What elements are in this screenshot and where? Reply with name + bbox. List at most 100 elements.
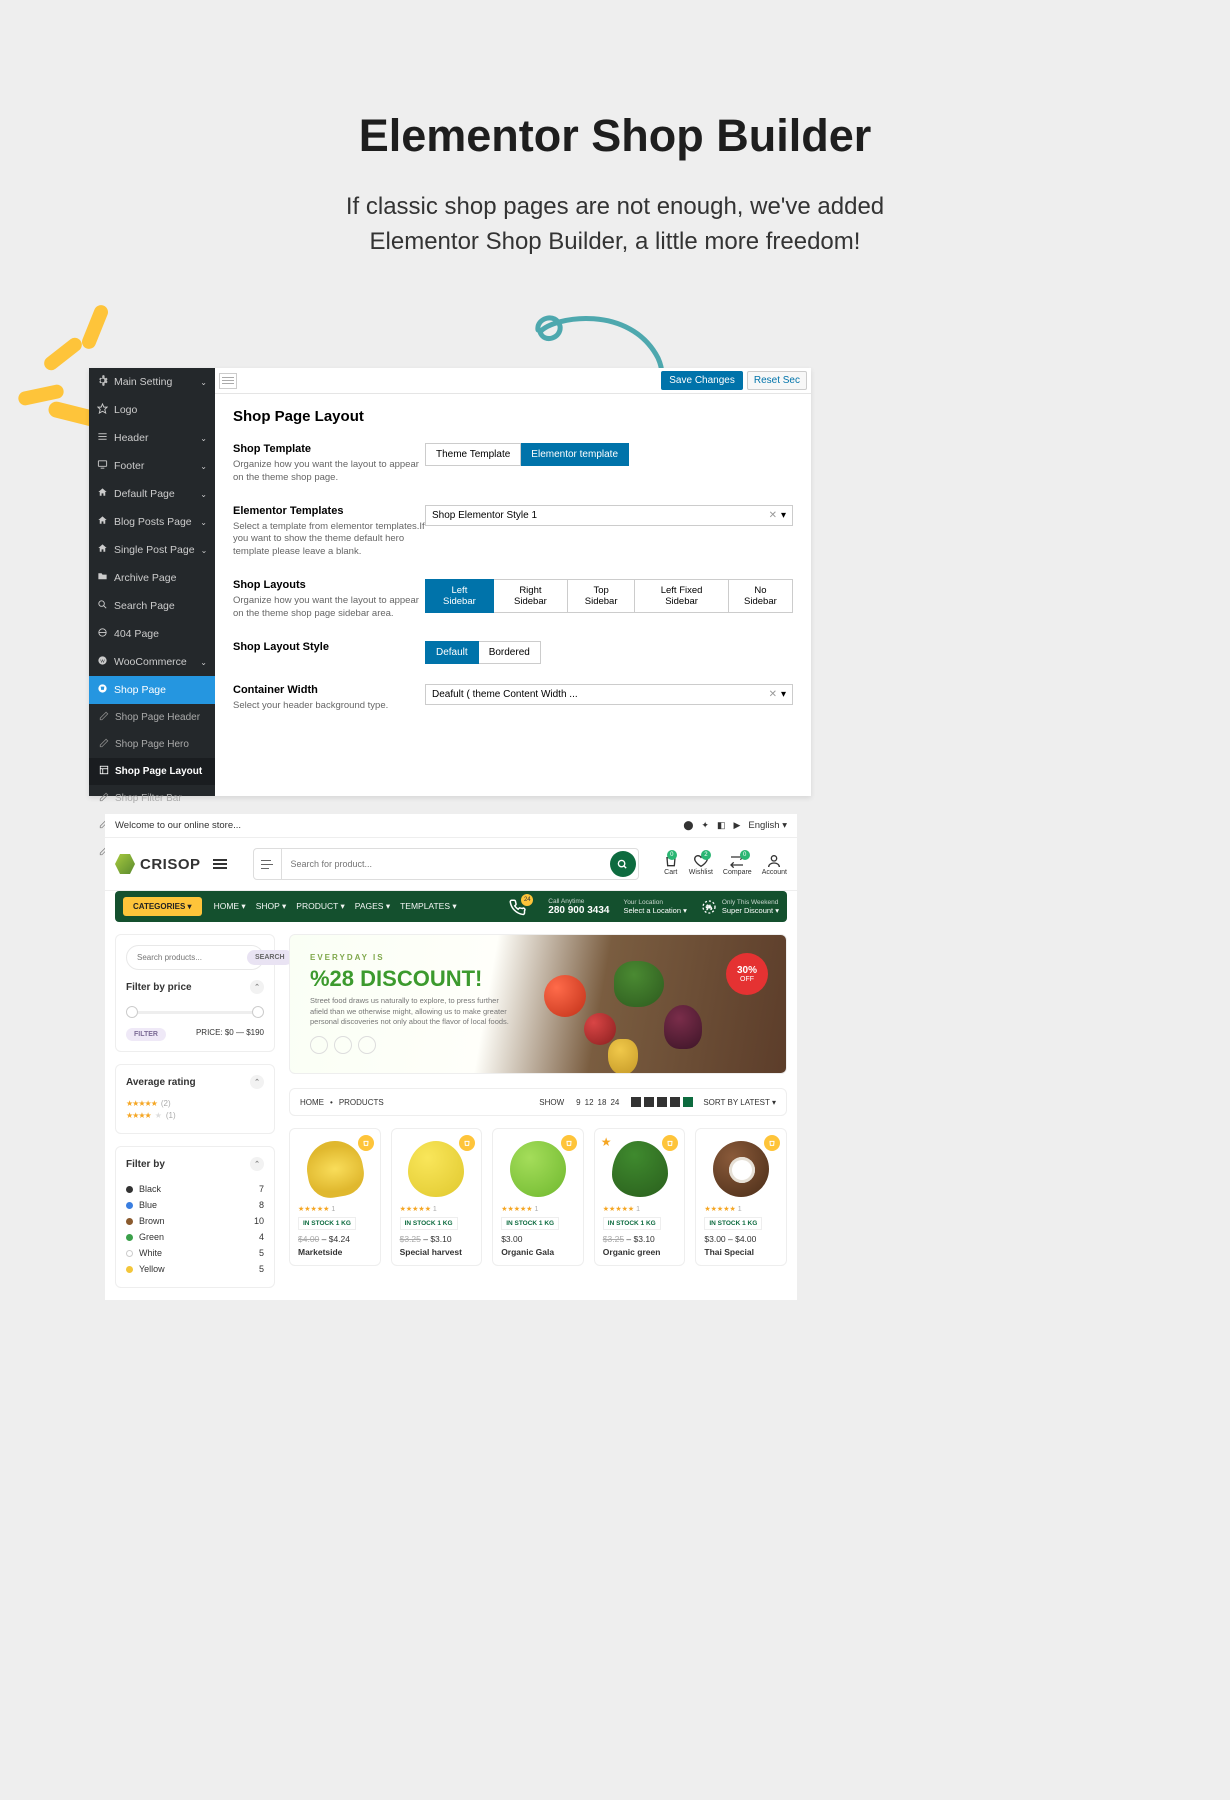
left-sidebar-option[interactable]: Left Sidebar [425,579,494,613]
top-sidebar-option[interactable]: Top Sidebar [568,579,635,613]
product-card[interactable]: ★★★★★ 1IN STOCK 1 KG$4.00 – $4.24Markets… [289,1128,381,1266]
wishlist-icon[interactable] [764,1135,780,1151]
bordered-style-option[interactable]: Bordered [479,641,541,664]
call-info[interactable]: 24 Call Anytime280 900 3434 [508,898,609,916]
collapse-icon[interactable]: ⌃ [250,980,264,994]
sidebar-item-main-setting[interactable]: Main Setting⌄ [89,368,215,396]
collapse-icon[interactable]: ⌃ [250,1075,264,1089]
sidebar-item-search-page[interactable]: Search Page [89,592,215,620]
sidebar-item-woocommerce[interactable]: WWooCommerce⌄ [89,648,215,676]
show-count-18[interactable]: 18 [598,1098,607,1107]
sidebar-item-logo[interactable]: Logo [89,396,215,424]
facebook-icon[interactable]: ⬤ [683,820,693,831]
sidebar-item-shop-page-hero[interactable]: Shop Page Hero [89,731,215,758]
reset-button[interactable]: Reset Sec [747,371,807,390]
search-icon [97,599,108,613]
elementor-template-option[interactable]: Elementor template [521,443,629,466]
view-grid-4-icon[interactable] [657,1097,667,1107]
twitter-icon[interactable]: ✦ [701,820,709,831]
elementor-template-select[interactable]: Shop Elementor Style 1 ✕▾ [425,505,793,526]
sidebar-item-header[interactable]: Header⌄ [89,424,215,452]
color-name: Green [139,1232,164,1242]
menu-icon[interactable] [211,857,229,871]
sidebar-item-shop-page[interactable]: Shop Page [89,676,215,704]
rating-filter-4[interactable]: ★★★★★(1) [126,1111,264,1120]
view-compact-icon[interactable] [683,1097,693,1107]
clear-icon[interactable]: ✕ [769,689,777,700]
view-grid-3-icon[interactable] [644,1097,654,1107]
no-sidebar-option[interactable]: No Sidebar [729,579,793,613]
color-filter-black[interactable]: Black7 [126,1181,264,1197]
color-filter-white[interactable]: White5 [126,1245,264,1261]
filter-button[interactable]: FILTER [126,1028,166,1041]
sidebar-item-404-page[interactable]: 404 Page [89,620,215,648]
compare-button[interactable]: 0 Compare [723,853,752,876]
view-grid-2-icon[interactable] [631,1097,641,1107]
color-filter-brown[interactable]: Brown10 [126,1213,264,1229]
nav-link-templates[interactable]: TEMPLATES ▾ [400,901,457,912]
view-list-icon[interactable] [670,1097,680,1107]
settings-panel: Main Setting⌄LogoHeader⌄Footer⌄Default P… [89,368,811,796]
product-card[interactable]: ★★★★★★ 1IN STOCK 1 KG$3.25 – $3.10Organi… [594,1128,686,1266]
color-filter-blue[interactable]: Blue8 [126,1197,264,1213]
shop-template-segment[interactable]: Theme Template Elementor template [425,443,629,466]
discount-info[interactable]: % Only This WeekendSuper Discount ▾ [701,899,779,915]
rating-filter-5[interactable]: ★★★★★(2) [126,1099,264,1108]
location-select[interactable]: Your LocationSelect a Location ▾ [623,899,686,915]
youtube-icon[interactable]: ▶ [733,820,740,831]
categories-button[interactable]: CATEGORIES ▾ [123,897,202,916]
shop-layouts-segment[interactable]: Left Sidebar Right Sidebar Top Sidebar L… [425,579,793,613]
nav-link-home[interactable]: HOME ▾ [214,901,246,912]
price-slider[interactable] [126,1004,264,1028]
nav-link-product[interactable]: PRODUCT ▾ [296,901,345,912]
instagram-icon[interactable]: ◧ [717,820,726,831]
sidebar-item-footer[interactable]: Footer⌄ [89,452,215,480]
search-input[interactable] [282,849,608,879]
product-card[interactable]: ★★★★★ 1IN STOCK 1 KG$3.25 – $3.10Special… [391,1128,483,1266]
product-rating: ★★★★★ 1 [603,1205,677,1213]
sidebar-search-input[interactable] [137,950,247,965]
show-count-9[interactable]: 9 [576,1098,580,1107]
container-width-select[interactable]: Deafult ( theme Content Width ... ✕▾ [425,684,793,705]
color-swatch-icon [126,1266,133,1273]
home-icon [97,487,108,501]
welcome-text: Welcome to our online store... [115,820,241,831]
crumb-home[interactable]: HOME [300,1098,324,1107]
search-button[interactable] [610,851,636,877]
color-filter-green[interactable]: Green4 [126,1229,264,1245]
account-button[interactable]: Account [762,853,787,876]
wishlist-icon[interactable] [561,1135,577,1151]
sidebar-item-shop-filter-bar[interactable]: Shop Filter Bar [89,785,215,812]
wishlist-icon[interactable] [358,1135,374,1151]
product-card[interactable]: ★★★★★ 1IN STOCK 1 KG$3.00Organic Gala [492,1128,584,1266]
language-select[interactable]: English ▾ [748,820,787,831]
nav-link-pages[interactable]: PAGES ▾ [355,901,390,912]
theme-template-option[interactable]: Theme Template [425,443,521,466]
show-count-24[interactable]: 24 [610,1098,619,1107]
right-sidebar-option[interactable]: Right Sidebar [494,579,568,613]
product-card[interactable]: ★★★★★ 1IN STOCK 1 KG$3.00 – $4.00Thai Sp… [695,1128,787,1266]
hamburger-icon[interactable] [219,373,237,389]
sort-select[interactable]: SORT BY LATEST ▾ [703,1098,776,1107]
sidebar-item-shop-page-layout[interactable]: Shop Page Layout [89,758,215,785]
sidebar-item-blog-posts-page[interactable]: Blog Posts Page⌄ [89,508,215,536]
collapse-icon[interactable]: ⌃ [250,1157,264,1171]
sidebar-item-single-post-page[interactable]: Single Post Page⌄ [89,536,215,564]
shop-layout-style-segment[interactable]: Default Bordered [425,641,541,664]
search-category-icon[interactable] [254,849,282,879]
brand-logo[interactable]: CRISOP [115,854,201,874]
sidebar-item-archive-page[interactable]: Archive Page [89,564,215,592]
default-style-option[interactable]: Default [425,641,479,664]
left-fixed-sidebar-option[interactable]: Left Fixed Sidebar [635,579,729,613]
save-button[interactable]: Save Changes [661,371,743,390]
wishlist-button[interactable]: 2 Wishlist [689,853,713,876]
cart-button[interactable]: 0 Cart [663,853,679,876]
color-filter-yellow[interactable]: Yellow5 [126,1261,264,1277]
woo-icon: W [97,655,108,669]
sidebar-item-shop-page-header[interactable]: Shop Page Header [89,704,215,731]
nav-link-shop[interactable]: SHOP ▾ [256,901,287,912]
sidebar-search-button[interactable]: SEARCH [247,950,293,965]
clear-icon[interactable]: ✕ [769,510,777,521]
sidebar-item-default-page[interactable]: Default Page⌄ [89,480,215,508]
show-count-12[interactable]: 12 [585,1098,594,1107]
